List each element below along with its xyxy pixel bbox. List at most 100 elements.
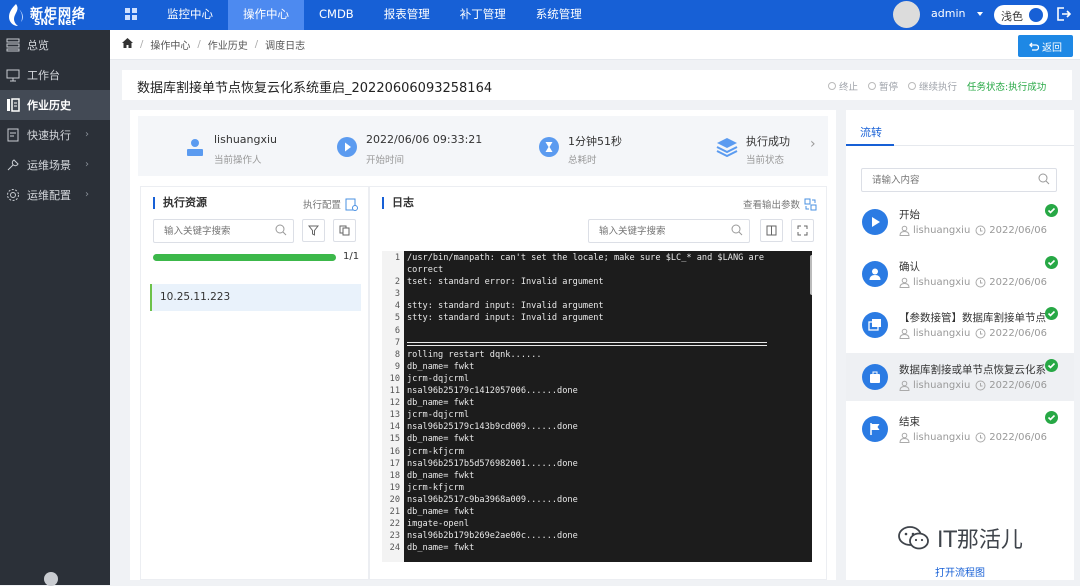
flow-step-user: lishuangxiu	[913, 225, 971, 236]
log-line: 10 jcrm-dqjcrml	[382, 373, 812, 385]
flow-step[interactable]: 结束 lishuangxiu 2022/06/06	[846, 405, 1074, 453]
user-name[interactable]: admin	[931, 7, 965, 20]
settings-icon	[5, 187, 21, 203]
host-list-item[interactable]: 10.25.11.223	[150, 284, 361, 311]
nav-item-patch[interactable]: 补丁管理	[445, 0, 521, 30]
quick-exec-icon	[5, 127, 21, 143]
nav-item-report[interactable]: 报表管理	[369, 0, 445, 30]
log-line-number: 8	[394, 349, 400, 360]
flow-step[interactable]: 确认 lishuangxiu 2022/06/06	[846, 250, 1074, 298]
brand-logo: 新炬网络 SNC Net	[6, 2, 110, 28]
task-actions: 终止 暂停 继续执行 任务状态:执行成功	[828, 79, 1046, 93]
user-icon	[182, 134, 208, 160]
log-line-number: 7	[394, 337, 400, 348]
log-line: 18 db_name= fwkt	[382, 470, 812, 482]
sidebar-item-workbench[interactable]: 工作台	[0, 60, 110, 90]
log-line-text: /usr/bin/manpath: can't set the locale; …	[407, 253, 764, 263]
sidebar-item-history[interactable]: 作业历史	[0, 90, 110, 120]
open-flowchart-link[interactable]: 打开流程图	[846, 564, 1074, 579]
log-line: 22 imgate-openl	[382, 518, 812, 530]
log-search-field[interactable]	[589, 220, 749, 242]
copy-icon	[339, 225, 350, 236]
back-button[interactable]: 返回	[1018, 35, 1073, 57]
resume-button[interactable]: 继续执行	[908, 79, 957, 93]
view-output-params-link[interactable]: 查看输出参数	[743, 197, 817, 211]
flow-search-field[interactable]	[862, 169, 1056, 191]
log-line-text: nsal96b2517c9ba3968a009......done	[407, 494, 578, 505]
log-line-text: stty: standard input: Invalid argument	[407, 313, 604, 324]
flow-step[interactable]: 数据库割接或单节点恢复云化系 lishuangxiu 2022/06/06	[846, 353, 1074, 401]
sidebar-item-overview[interactable]: 总览	[0, 30, 110, 60]
log-line: 13 jcrm-dqjcrml	[382, 409, 812, 421]
chevron-down-icon[interactable]	[977, 12, 983, 16]
split-view-button[interactable]	[760, 219, 783, 242]
flow-step[interactable]: 【参数接管】数据库割接单节点 lishuangxiu 2022/06/06	[846, 301, 1074, 349]
stop-button[interactable]: 终止	[828, 79, 858, 93]
log-line: 14 nsal96b25179c143b9cd009......done	[382, 421, 812, 433]
avatar[interactable]	[893, 1, 920, 28]
clock-icon	[975, 277, 986, 288]
nav-item-operation[interactable]: 操作中心	[228, 0, 304, 30]
sidebar-item-scenario[interactable]: 运维场景 ›	[0, 150, 110, 180]
log-line-text: nsal96b2517b5d576982001......done	[407, 458, 578, 469]
nav-item-monitor[interactable]: 监控中心	[152, 0, 228, 30]
sidebar-item-label: 运维场景	[27, 159, 71, 172]
chevron-right-icon: ›	[85, 189, 89, 200]
task-status: 任务状态:执行成功	[967, 82, 1047, 93]
apps-grid-icon[interactable]	[125, 8, 137, 20]
log-line: 3	[382, 288, 812, 300]
page-title: 数据库割接单节点恢复云化系统重启_20220606093258164	[137, 81, 493, 96]
main-panel: lishuangxiu 当前操作人 2022/06/06 09:33:21 开始…	[130, 110, 836, 580]
sidebar-item-quick-exec[interactable]: 快速执行 ›	[0, 120, 110, 150]
back-label: 返回	[1042, 42, 1062, 54]
log-scrollbar[interactable]	[810, 255, 812, 295]
resource-progress-bar	[153, 254, 336, 261]
flow-step-time: 2022/06/06	[989, 328, 1047, 339]
hourglass-icon	[536, 134, 562, 160]
chevron-right-icon: ›	[85, 129, 89, 140]
theme-toggle[interactable]: 浅色	[994, 5, 1048, 25]
log-line-text: db_name= fwkt	[407, 470, 475, 481]
filter-button[interactable]	[302, 219, 325, 242]
logout-icon[interactable]	[1055, 6, 1071, 22]
resource-search-input[interactable]	[153, 219, 294, 243]
clock-icon	[975, 328, 986, 339]
log-search-input[interactable]	[588, 219, 750, 243]
log-line: 20 nsal96b2517c9ba3968a009......done	[382, 494, 812, 506]
sidebar-item-label: 快速执行	[27, 129, 71, 142]
log-terminal[interactable]: 1/usr/bin/manpath: can't set the locale;…	[382, 251, 812, 562]
check-circle-icon	[1045, 307, 1058, 320]
resource-search-field[interactable]	[154, 220, 293, 242]
log-line: 24 db_name= fwkt	[382, 542, 812, 554]
pause-button[interactable]: 暂停	[868, 79, 898, 93]
copy-button[interactable]	[333, 219, 356, 242]
log-line-number: 23	[389, 531, 400, 542]
flow-step-meta: lishuangxiu 2022/06/06	[899, 225, 1057, 236]
breadcrumb-item[interactable]: 作业历史	[208, 37, 248, 52]
flag-icon	[862, 416, 888, 442]
log-line-text	[400, 337, 407, 349]
log-line-number: 11	[389, 386, 400, 397]
tab-flow[interactable]: 流转	[860, 124, 882, 140]
nav-item-system[interactable]: 系统管理	[521, 0, 597, 30]
chevron-right-icon[interactable]: ›	[810, 136, 816, 152]
nav-item-cmdb[interactable]: CMDB	[304, 0, 369, 30]
flow-search-input[interactable]	[861, 168, 1057, 192]
log-line: correct	[382, 264, 812, 276]
log-line-text	[400, 288, 407, 300]
sidebar-scroll-handle[interactable]	[44, 572, 58, 586]
exec-config-link[interactable]: 执行配置	[303, 197, 359, 211]
flow-step[interactable]: 开始 lishuangxiu 2022/06/06	[846, 198, 1074, 246]
person-icon	[899, 277, 910, 288]
log-line-text: imgate-openl	[407, 519, 470, 530]
search-icon	[1038, 173, 1050, 185]
log-line: 5 stty: standard input: Invalid argument	[382, 312, 812, 324]
filter-icon	[308, 225, 319, 236]
fullscreen-button[interactable]	[791, 219, 814, 242]
home-icon[interactable]	[122, 38, 133, 51]
log-line-text: nsal96b2b179b269e2ae00c......done	[407, 531, 578, 542]
params-icon	[804, 198, 817, 210]
resources-title: 执行资源	[153, 197, 207, 209]
sidebar-item-config[interactable]: 运维配置 ›	[0, 180, 110, 210]
breadcrumb-item[interactable]: 操作中心	[150, 37, 190, 52]
